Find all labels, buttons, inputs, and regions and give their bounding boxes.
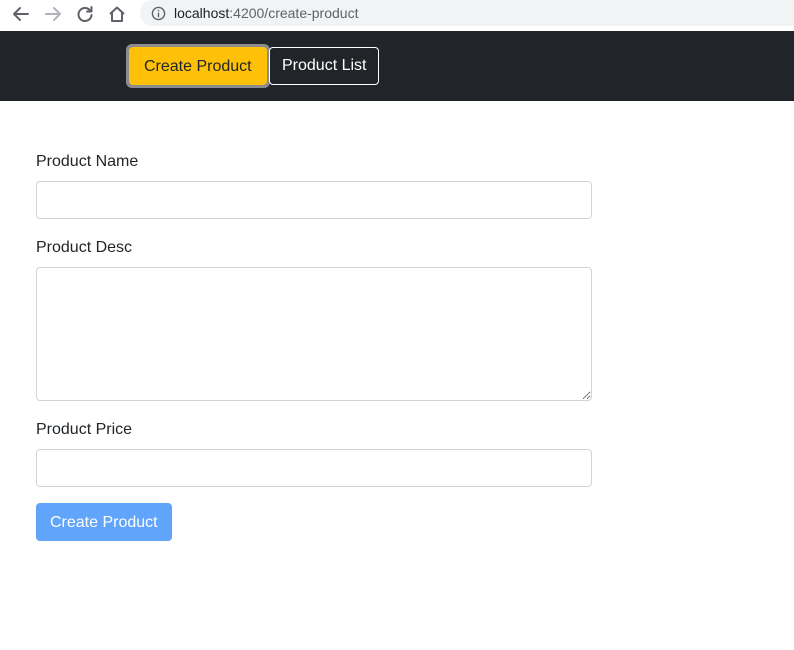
product-price-input[interactable] xyxy=(36,449,592,487)
url-host: localhost xyxy=(174,5,230,21)
create-product-nav-focus-ring: Create Product xyxy=(126,44,270,88)
url-path: :4200/create-product xyxy=(229,5,359,21)
info-icon[interactable] xyxy=(150,5,166,21)
forward-arrow-icon[interactable] xyxy=(42,3,64,25)
product-desc-label: Product Desc xyxy=(36,239,133,256)
reload-icon[interactable] xyxy=(74,3,96,25)
address-bar[interactable]: localhost:4200/create-product xyxy=(140,0,794,26)
product-name-label: Product Name xyxy=(36,153,139,170)
product-desc-textarea[interactable] xyxy=(36,267,592,401)
create-product-submit-button[interactable]: Create Product xyxy=(36,503,172,541)
create-product-nav-button[interactable]: Create Product xyxy=(129,47,267,85)
product-list-nav-button[interactable]: Product List xyxy=(269,47,380,85)
browser-chrome: localhost:4200/create-product xyxy=(0,0,794,31)
product-name-input[interactable] xyxy=(36,181,592,219)
url-text: localhost:4200/create-product xyxy=(174,5,358,21)
back-arrow-icon[interactable] xyxy=(10,3,32,25)
home-icon[interactable] xyxy=(106,3,128,25)
app-navbar: Create Product Product List xyxy=(0,31,794,101)
product-price-label: Product Price xyxy=(36,421,133,438)
